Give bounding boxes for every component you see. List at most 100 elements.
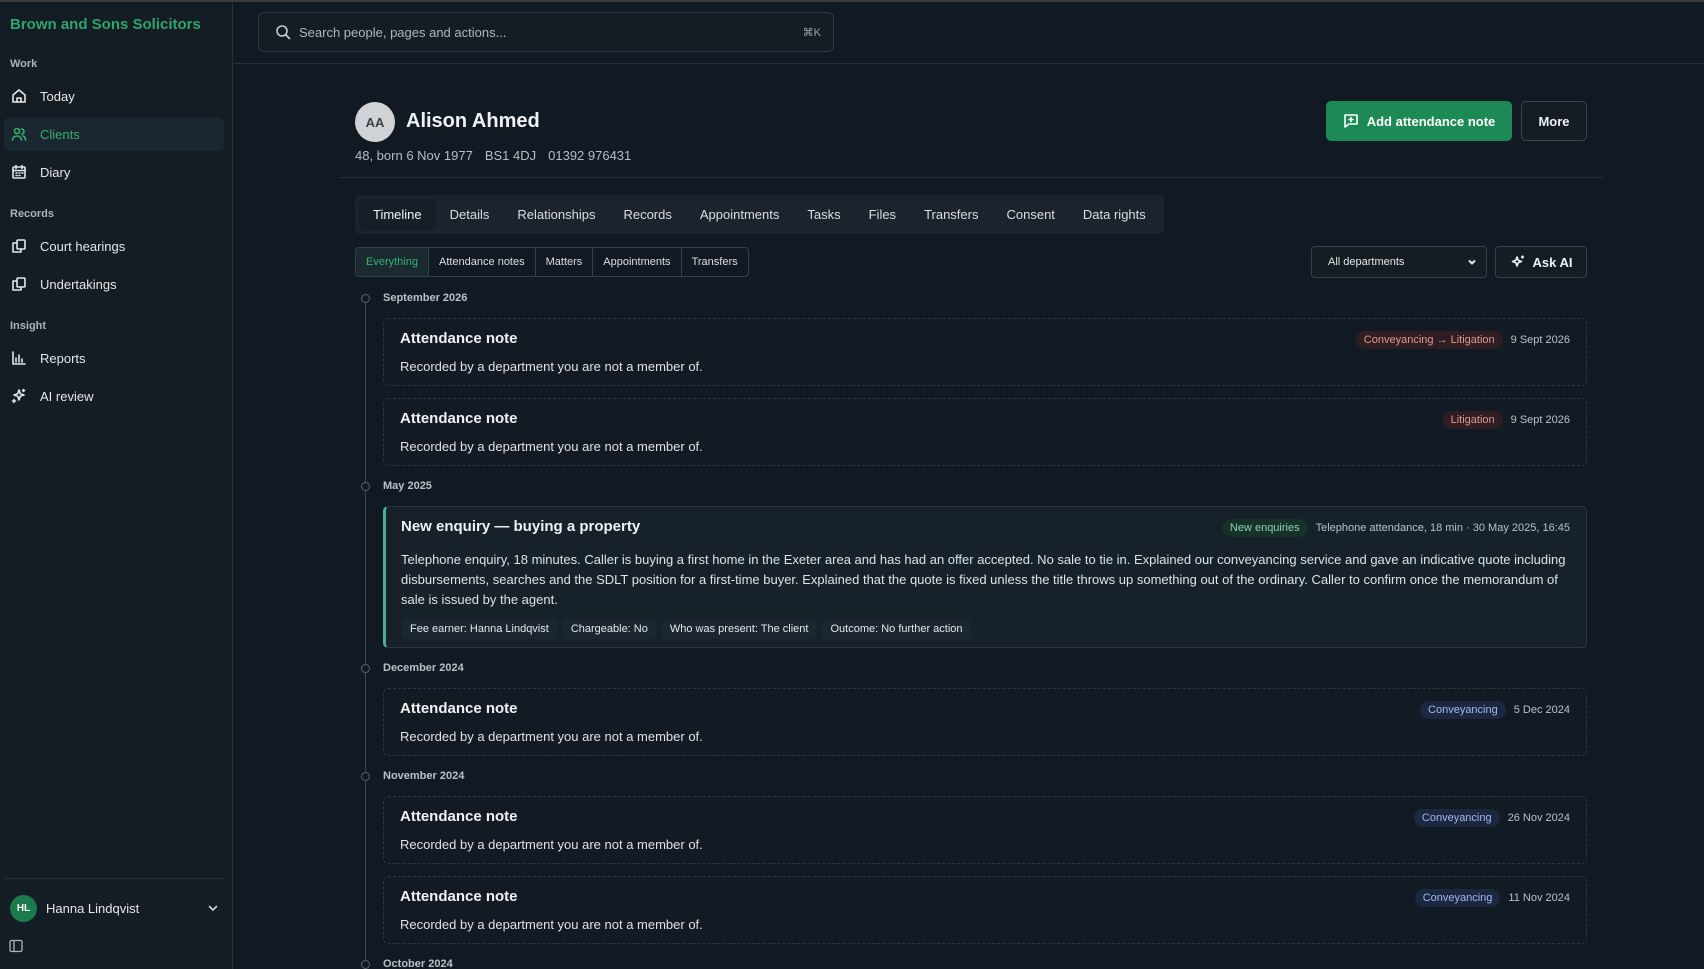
- entry-date: 9 Sept 2026: [1510, 414, 1570, 426]
- client-avatar: AA: [355, 102, 395, 142]
- chevron-down-icon: [1468, 259, 1476, 265]
- filter-attendance-notes[interactable]: Attendance notes: [429, 248, 536, 276]
- sidebar-item-reports[interactable]: Reports: [4, 341, 224, 375]
- month-heading: November 2024: [383, 770, 465, 782]
- department-badge: Conveyancing → Litigation: [1355, 331, 1503, 349]
- tab-timeline[interactable]: Timeline: [359, 199, 436, 230]
- department-badge: Conveyancing: [1414, 889, 1501, 907]
- entry-title: Attendance note: [400, 410, 518, 427]
- entry-date: 11 Nov 2024: [1508, 892, 1570, 904]
- sidebar-item-label: Today: [40, 88, 75, 104]
- timeline-entry-enquiry[interactable]: New enquiry — buying a property New enqu…: [383, 506, 1587, 648]
- entry-title: Attendance note: [400, 808, 518, 825]
- sidebar-item-label: Diary: [40, 164, 71, 180]
- month-heading: December 2024: [383, 662, 464, 674]
- tab-transfers[interactable]: Transfers: [910, 199, 992, 230]
- ask-ai-button[interactable]: Ask AI: [1495, 246, 1587, 278]
- sidebar-item-court-hearings[interactable]: Court hearings: [4, 229, 224, 263]
- client-age-dob: 48, born 6 Nov 1977: [355, 148, 473, 163]
- filter-matters[interactable]: Matters: [536, 248, 594, 276]
- timeline-entry[interactable]: Attendance note Conveyancing 5 Dec 2024 …: [383, 688, 1587, 756]
- copy-icon: [10, 237, 28, 255]
- filter-transfers[interactable]: Transfers: [682, 248, 748, 276]
- sidebar-item-label: Clients: [40, 126, 80, 142]
- section-label-insight: Insight: [10, 320, 47, 332]
- tab-files[interactable]: Files: [855, 199, 910, 230]
- timeline-entry[interactable]: Attendance note Conveyancing → Litigatio…: [383, 318, 1587, 386]
- timeline-entry[interactable]: Attendance note Conveyancing 26 Nov 2024…: [383, 796, 1587, 864]
- entry-date: Telephone attendance, 18 min · 30 May 20…: [1315, 522, 1570, 534]
- sidebar-toggle-icon[interactable]: [9, 939, 23, 953]
- sidebar-item-ai-review[interactable]: AI review: [4, 379, 224, 413]
- header-divider: [340, 177, 1603, 178]
- client-tabs: Timeline Details Relationships Records A…: [355, 195, 1164, 234]
- sidebar-item-label: Court hearings: [40, 238, 126, 254]
- timeline-dot: [361, 960, 370, 969]
- entry-body: Recorded by a department you are not a m…: [400, 439, 703, 454]
- search-input[interactable]: [299, 24, 803, 40]
- sparkles-icon: [1511, 255, 1524, 267]
- timeline-dot: [361, 294, 370, 303]
- entry-chips: Fee earner: Hanna Lindqvist Chargeable: …: [402, 619, 971, 639]
- section-label-records: Records: [10, 208, 55, 220]
- entry-title: Attendance note: [400, 888, 518, 905]
- tab-consent[interactable]: Consent: [992, 199, 1068, 230]
- entry-body: Recorded by a department you are not a m…: [400, 837, 703, 852]
- sidebar-item-undertakings[interactable]: Undertakings: [4, 267, 224, 301]
- department-badge: Conveyancing: [1413, 809, 1500, 827]
- sidebar-item-diary[interactable]: Diary: [4, 155, 224, 189]
- topbar: ⌘K: [234, 2, 1704, 64]
- ask-ai-label: Ask AI: [1532, 254, 1573, 270]
- tab-appointments[interactable]: Appointments: [686, 199, 794, 230]
- filter-everything[interactable]: Everything: [356, 248, 429, 276]
- brand-name[interactable]: Brown and Sons Solicitors: [10, 16, 201, 33]
- sidebar-item-label: Undertakings: [40, 276, 117, 292]
- section-label-work: Work: [10, 58, 38, 70]
- chevron-down-icon: [208, 905, 218, 912]
- department-badge: Litigation: [1442, 411, 1503, 429]
- timeline-line: [365, 298, 366, 969]
- department-select[interactable]: All departments: [1311, 246, 1487, 278]
- search-icon: [276, 25, 291, 40]
- entry-date: 5 Dec 2024: [1513, 704, 1570, 716]
- tab-details[interactable]: Details: [436, 199, 504, 230]
- copy-icon: [10, 275, 28, 293]
- client-name: Alison Ahmed: [406, 110, 540, 132]
- more-button[interactable]: More: [1521, 101, 1587, 141]
- add-attendance-note-button[interactable]: Add attendance note: [1326, 101, 1512, 141]
- add-attendance-note-label: Add attendance note: [1366, 113, 1496, 129]
- tab-records[interactable]: Records: [609, 199, 685, 230]
- tab-data-rights[interactable]: Data rights: [1069, 199, 1160, 230]
- message-plus-icon: [1343, 114, 1358, 128]
- user-name: Hanna Lindqvist: [46, 900, 140, 916]
- sidebar: Brown and Sons Solicitors Work Today Cli…: [0, 2, 233, 969]
- timeline-entry[interactable]: Attendance note Conveyancing 11 Nov 2024…: [383, 876, 1587, 944]
- home-icon: [10, 87, 28, 105]
- present-chip: Who was present: The client: [661, 619, 817, 639]
- sidebar-item-today[interactable]: Today: [4, 79, 224, 113]
- global-search[interactable]: ⌘K: [258, 12, 834, 52]
- department-select-value: All departments: [1328, 256, 1405, 268]
- tab-relationships[interactable]: Relationships: [503, 199, 609, 230]
- filter-appointments[interactable]: Appointments: [593, 248, 682, 276]
- user-menu[interactable]: HL Hanna Lindqvist: [10, 894, 220, 922]
- sidebar-item-clients[interactable]: Clients: [4, 117, 224, 151]
- timeline-dot: [361, 664, 370, 673]
- client-meta: 48, born 6 Nov 1977 BS1 4DJ 01392 976431: [355, 148, 631, 163]
- timeline-entry[interactable]: Attendance note Litigation 9 Sept 2026 R…: [383, 398, 1587, 466]
- sparkles-icon: [10, 387, 28, 405]
- entry-title: Attendance note: [400, 330, 518, 347]
- entry-date: 9 Sept 2026: [1510, 334, 1570, 346]
- month-heading: September 2026: [383, 292, 468, 304]
- calendar-icon: [10, 163, 28, 181]
- entry-date: 26 Nov 2024: [1507, 812, 1570, 824]
- tab-tasks[interactable]: Tasks: [793, 199, 854, 230]
- avatar: HL: [10, 894, 37, 922]
- entry-body: Recorded by a department you are not a m…: [400, 917, 703, 932]
- timeline-dot: [361, 482, 370, 491]
- entry-title: Attendance note: [400, 700, 518, 717]
- users-icon: [10, 125, 28, 143]
- entry-body: Recorded by a department you are not a m…: [400, 359, 703, 374]
- entry-body: Recorded by a department you are not a m…: [400, 729, 703, 744]
- outcome-chip: Outcome: No further action: [822, 619, 971, 639]
